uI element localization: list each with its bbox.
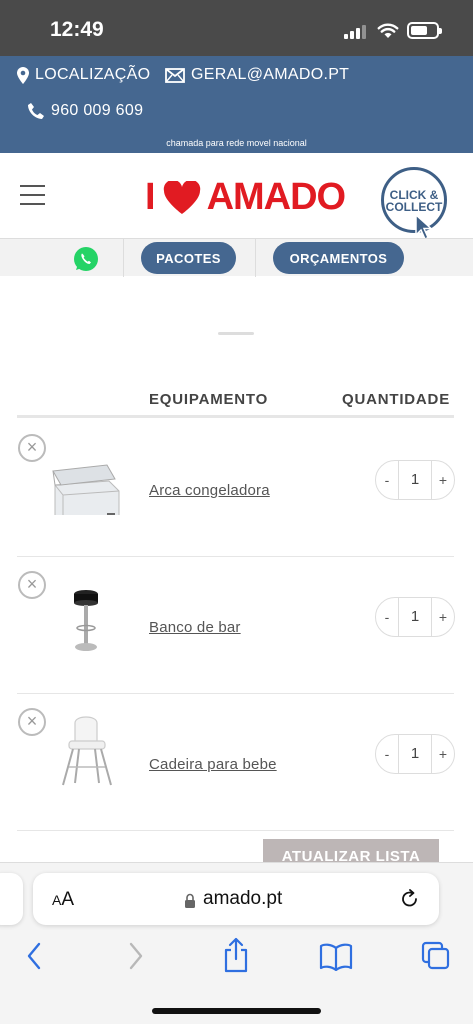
item-link[interactable]: Banco de bar [149,619,241,636]
site-logo[interactable]: I AMADO [145,176,347,219]
high-chair-image [62,716,112,786]
battery-icon [407,22,442,39]
map-pin-icon [17,66,29,84]
contact-info-bar: LOCALIZAÇÃO GERAL@AMADO.PT 960 009 609 c… [0,56,473,153]
text-size-small-a: A [52,892,62,908]
column-equipment: EQUIPAMENTO [149,391,269,408]
bar-stool-image [74,590,98,651]
share-icon[interactable] [222,937,250,973]
status-time: 12:49 [50,18,104,41]
quick-nav-strip: PACOTES ORÇAMENTOS [0,238,473,277]
whatsapp-icon[interactable] [72,245,100,273]
heart-icon [163,180,200,214]
back-arrow-icon[interactable] [24,939,44,973]
table-row: × Arca congeladora - 1 + [17,420,455,557]
drag-handle[interactable] [218,332,254,335]
phone-label: 960 009 609 [51,102,144,119]
wifi-icon [377,23,399,38]
location-label: LOCALIZAÇÃO [35,66,151,83]
table-row: × Banco de bar - 1 + [17,557,455,694]
orcamentos-button[interactable]: ORÇAMENTOS [273,242,404,274]
lock-icon [185,893,195,908]
click-collect-line2: COLLECT [385,200,443,214]
phone-icon [28,103,44,119]
tabs-icon[interactable] [421,941,451,971]
email-label: GERAL@AMADO.PT [191,66,350,83]
cellular-signal-icon [344,25,370,39]
remove-item-button[interactable]: × [18,434,46,462]
phone-link[interactable]: 960 009 609 [27,102,143,120]
table-header: EQUIPAMENTO QUANTIDADE [17,388,454,418]
remove-item-button[interactable]: × [18,708,46,736]
increment-button[interactable]: + [432,609,454,625]
column-quantity: QUANTIDADE [342,391,450,408]
forward-arrow-icon[interactable] [126,939,146,973]
previous-tab-preview[interactable] [0,873,23,925]
hamburger-menu-icon[interactable] [20,185,45,205]
bookmarks-icon[interactable] [319,943,353,971]
location-link[interactable]: LOCALIZAÇÃO [17,66,150,84]
nav-divider [255,239,256,277]
increment-button[interactable]: + [432,746,454,762]
email-link[interactable]: GERAL@AMADO.PT [165,66,349,84]
table-row: × Cadeira para bebe - 1 + [17,694,455,831]
increment-button[interactable]: + [432,472,454,488]
envelope-icon [165,67,185,83]
home-indicator[interactable] [152,1008,321,1014]
cursor-arrow-icon [415,213,433,241]
quantity-stepper: - 1 + [375,460,455,500]
nav-divider [123,239,124,277]
ios-status-bar: 12:49 [0,0,473,56]
pacotes-button[interactable]: PACOTES [141,242,236,274]
phone-note: chamada para rede movel nacional [166,138,307,148]
item-link[interactable]: Arca congeladora [149,482,270,499]
logo-prefix: I [145,176,156,218]
quantity-input[interactable]: 1 [398,734,432,774]
reload-icon[interactable] [400,889,420,909]
address-bar[interactable]: AA amado.pt [33,873,439,925]
chest-freezer-image [52,464,120,515]
quantity-input[interactable]: 1 [398,597,432,637]
browser-toolbar: AA amado.pt [0,862,473,1024]
text-size-button[interactable]: AA [52,889,74,911]
quantity-stepper: - 1 + [375,597,455,637]
decrement-button[interactable]: - [376,746,398,762]
quantity-input[interactable]: 1 [398,460,432,500]
quantity-stepper: - 1 + [375,734,455,774]
item-link[interactable]: Cadeira para bebe [149,756,277,773]
decrement-button[interactable]: - [376,609,398,625]
url-text: amado.pt [203,888,283,909]
logo-suffix: AMADO [206,176,347,218]
text-size-large-a: A [61,889,75,910]
decrement-button[interactable]: - [376,472,398,488]
remove-item-button[interactable]: × [18,571,46,599]
site-header: I AMADO CLICK & COLLECT [0,153,473,241]
